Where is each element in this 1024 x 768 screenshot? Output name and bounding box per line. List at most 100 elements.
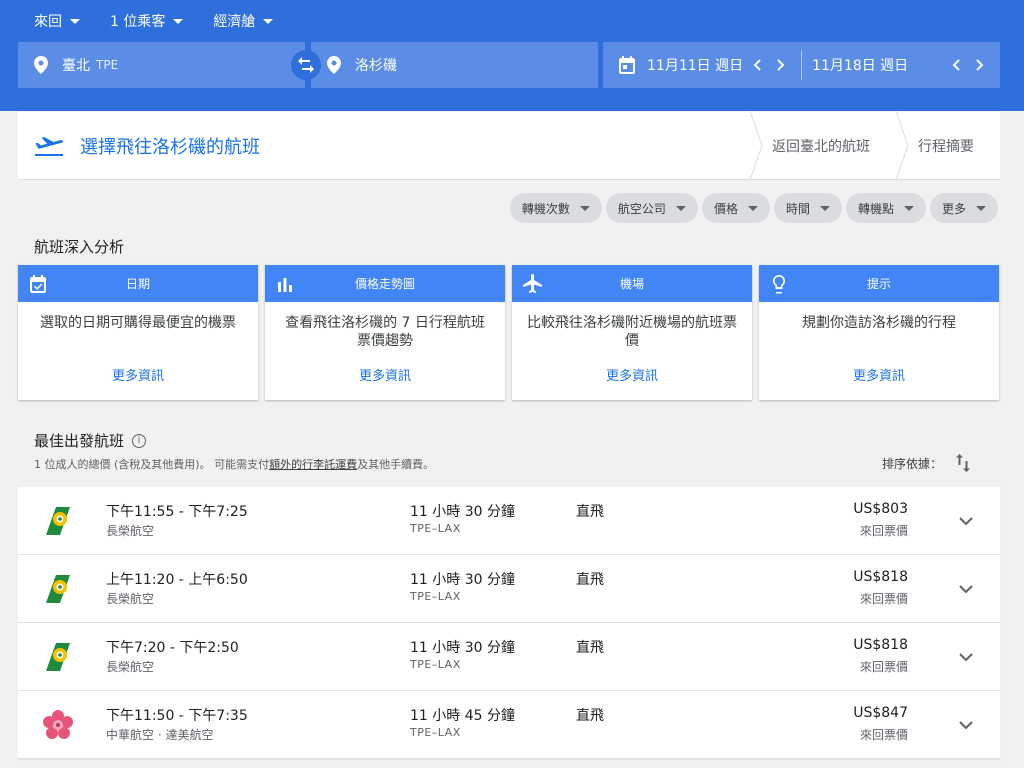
flight-row[interactable]: 上午11:20 - 上午6:50 長榮航空 11 小時 30 分鐘 TPE–LA…: [18, 555, 1000, 623]
filter-label: 時間: [785, 201, 810, 216]
more-info-link[interactable]: 更多資訊: [759, 365, 999, 384]
trip-type-dropdown[interactable]: 來回: [34, 11, 80, 31]
flight-price: US$818: [853, 637, 908, 653]
swap-button[interactable]: [291, 50, 321, 80]
depart-date: 11月11日 週日: [647, 58, 744, 74]
filter-label: 價格: [713, 201, 738, 216]
step-summary-label: 行程摘要: [918, 138, 974, 155]
caret-down-icon: [976, 205, 986, 211]
destination-field[interactable]: 洛杉磯: [311, 42, 598, 88]
airline-name: 長榮航空: [106, 660, 155, 674]
note-prefix: 1 位成人的總價 (含稅及其他費用)。 可能需支付: [34, 458, 270, 471]
flight-list: 下午11:55 - 下午7:25 長榮航空 11 小時 30 分鐘 TPE–LA…: [18, 487, 1000, 759]
origin-field[interactable]: 臺北 TPE: [18, 42, 305, 88]
china-airlines-logo: [43, 710, 73, 739]
card-body: 比較飛往洛杉磯附近機場的航班票價: [527, 315, 737, 349]
info-icon[interactable]: i: [132, 433, 147, 448]
price-type: 來回票價: [859, 592, 908, 606]
card-body: 選取的日期可購得最便宜的機票: [40, 315, 236, 331]
flight-times: 下午11:50 - 下午7:35: [106, 708, 248, 724]
card-title: 提示: [866, 277, 891, 291]
more-info-link[interactable]: 更多資訊: [265, 365, 505, 384]
insight-card-price-graph[interactable]: 價格走勢圖 查看飛往洛杉磯的 7 日行程航班票價趨勢 更多資訊: [265, 265, 505, 400]
filter-airlines[interactable]: 航空公司: [605, 193, 698, 223]
flight-duration: 11 小時 30 分鐘: [410, 572, 515, 588]
calendar-check-icon: [30, 275, 46, 293]
flight-row[interactable]: 下午7:20 - 下午2:50 長榮航空 11 小時 30 分鐘 TPE–LAX…: [18, 623, 1000, 691]
price-type: 來回票價: [859, 660, 908, 674]
flight-times: 下午7:20 - 下午2:50: [106, 640, 239, 656]
depart-date-picker[interactable]: 11月11日 週日: [603, 42, 785, 88]
chevron-down-icon[interactable]: [956, 511, 976, 531]
destination-city: 洛杉磯: [355, 58, 397, 74]
cabin-dropdown[interactable]: 經濟艙: [213, 11, 274, 31]
origin-city: 臺北: [62, 58, 90, 74]
search-header: 來回 1 位乘客 經濟艙 臺北 TPE 洛杉磯 11月11日 週日 11月18日…: [0, 0, 1024, 111]
flight-row[interactable]: 下午11:55 - 下午7:25 長榮航空 11 小時 30 分鐘 TPE–LA…: [18, 487, 1000, 555]
filter-chips: 轉機次數 航空公司 價格 時間 轉機點 更多: [509, 193, 998, 223]
card-body: 查看飛往洛杉磯的 7 日行程航班票價趨勢: [285, 315, 485, 349]
flight-row[interactable]: 下午11:50 - 下午7:35 中華航空 · 達美航空 11 小時 45 分鐘…: [18, 691, 1000, 759]
date-range-field: 11月11日 週日 11月18日 週日: [603, 42, 1000, 88]
passengers-label: 1 位乘客: [110, 14, 166, 30]
caret-down-icon: [675, 205, 686, 211]
eva-air-logo: [46, 643, 70, 671]
location-pin-icon: [327, 56, 341, 74]
swap-icon: [298, 57, 314, 73]
return-date: 11月18日 週日: [812, 58, 909, 74]
eva-air-logo: [46, 507, 70, 535]
cabin-label: 經濟艙: [213, 14, 256, 30]
filter-label: 航空公司: [617, 201, 666, 216]
caret-down-icon: [70, 18, 80, 24]
flight-duration: 11 小時 45 分鐘: [410, 708, 515, 724]
chevron-left-icon[interactable]: [952, 59, 960, 71]
filter-times[interactable]: 時間: [773, 193, 842, 223]
search-options: 來回 1 位乘客 經濟艙: [34, 11, 303, 31]
flight-stops: 直飛: [576, 640, 604, 656]
airline-name: 長榮航空: [106, 524, 155, 538]
passengers-dropdown[interactable]: 1 位乘客: [110, 11, 184, 31]
insight-card-airports[interactable]: 機場 比較飛往洛杉磯附近機場的航班票價 更多資訊: [512, 265, 752, 400]
price-type: 來回票價: [859, 524, 908, 538]
chevron-right-icon[interactable]: [976, 59, 984, 71]
chevron-down-icon[interactable]: [956, 647, 976, 667]
flight-duration: 11 小時 30 分鐘: [410, 640, 515, 656]
more-info-link[interactable]: 更多資訊: [18, 365, 258, 384]
current-step-label: 選擇飛往洛杉磯的航班: [80, 137, 260, 158]
insight-cards: 日期 選取的日期可購得最便宜的機票 更多資訊 價格走勢圖 查看飛往洛杉磯的 7 …: [18, 265, 999, 400]
flight-price: US$803: [853, 501, 908, 517]
flight-stops: 直飛: [576, 708, 604, 724]
flight-route: TPE–LAX: [410, 522, 461, 535]
filter-label: 更多: [941, 201, 966, 216]
best-flights-title: 最佳出發航班: [34, 432, 125, 450]
sort-label: 排序依據：: [882, 456, 943, 471]
card-header: 日期: [18, 265, 258, 302]
more-info-link[interactable]: 更多資訊: [512, 365, 752, 384]
chevron-down-icon[interactable]: [956, 715, 976, 735]
price-type: 來回票價: [859, 728, 908, 742]
filter-stops[interactable]: 轉機次數: [509, 193, 602, 223]
step-summary[interactable]: 行程摘要: [896, 111, 974, 180]
flight-route: TPE–LAX: [410, 726, 461, 739]
insight-card-dates[interactable]: 日期 選取的日期可購得最便宜的機票 更多資訊: [18, 265, 258, 400]
baggage-fees-link[interactable]: 額外的行李託運費: [269, 458, 357, 471]
filter-more[interactable]: 更多: [929, 193, 998, 223]
chevron-down-icon[interactable]: [956, 579, 976, 599]
chevron-left-icon[interactable]: [753, 59, 761, 71]
flight-takeoff-icon: [35, 137, 64, 156]
note-suffix: 及其他手續費。: [357, 458, 435, 471]
flight-times: 上午11:20 - 上午6:50: [106, 572, 248, 588]
calendar-icon: [619, 56, 635, 74]
location-pin-icon: [34, 56, 48, 74]
caret-down-icon: [579, 205, 590, 211]
card-body: 規劃你造訪洛杉磯的行程: [802, 315, 956, 331]
flight-stops: 直飛: [576, 504, 604, 520]
filter-connecting-airports[interactable]: 轉機點: [845, 193, 926, 223]
filter-price[interactable]: 價格: [701, 193, 770, 223]
sort-control[interactable]: 排序依據：: [882, 454, 971, 472]
card-title: 機場: [619, 277, 644, 291]
return-date-picker[interactable]: 11月18日 週日: [812, 42, 984, 88]
insight-card-tips[interactable]: 提示 規劃你造訪洛杉磯的行程 更多資訊: [759, 265, 999, 400]
step-return-flight[interactable]: 返回臺北的航班: [750, 111, 870, 180]
chevron-right-icon[interactable]: [777, 59, 785, 71]
